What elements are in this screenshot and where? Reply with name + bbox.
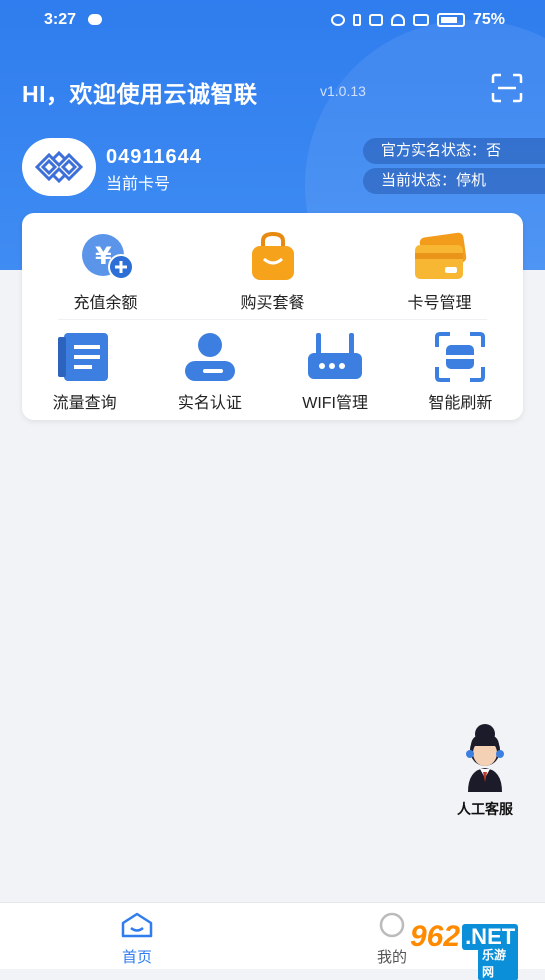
card-icon bbox=[409, 231, 471, 283]
realname-status-badge: 官方实名状态：否 bbox=[363, 138, 545, 164]
alarm-icon bbox=[330, 14, 345, 26]
router-icon bbox=[304, 331, 366, 383]
menu-label: 智能刷新 bbox=[428, 395, 493, 412]
menu-row-2: 流量查询 实名认证 WIFI管理 智能刷新 bbox=[22, 331, 523, 413]
menu-label: 卡号管理 bbox=[407, 295, 472, 312]
menu-item-recharge[interactable]: ¥ 充值余额 bbox=[51, 231, 161, 313]
battery-percent: 75% bbox=[472, 11, 505, 28]
chat-icon bbox=[88, 14, 102, 25]
customer-service-label: 人工客服 bbox=[457, 801, 513, 817]
card-number-label: 当前卡号 bbox=[106, 176, 171, 193]
mute-icon bbox=[368, 14, 383, 26]
menu-item-card-management[interactable]: 卡号管理 bbox=[385, 231, 495, 313]
bluetooth-icon bbox=[352, 14, 361, 26]
current-status-badge: 当前状态：停机 bbox=[363, 168, 545, 194]
home-icon bbox=[121, 912, 153, 938]
profile-icon bbox=[379, 912, 405, 938]
customer-service-button[interactable]: 人工客服 bbox=[446, 722, 524, 819]
status-bar: 3:27 75% bbox=[0, 0, 545, 40]
menu-label: 购买套餐 bbox=[240, 295, 305, 312]
menu-item-wifi-management[interactable]: WIFI管理 bbox=[280, 331, 390, 413]
menu-divider bbox=[58, 319, 487, 320]
watermark-sub: 乐游网 bbox=[478, 946, 519, 980]
wifi-icon bbox=[390, 14, 405, 26]
status-icons: 75% bbox=[330, 11, 505, 29]
menu-item-realname-auth[interactable]: 实名认证 bbox=[155, 331, 265, 413]
yen-recharge-icon: ¥ bbox=[75, 231, 137, 283]
user-icon bbox=[179, 331, 241, 383]
menu-label: WIFI管理 bbox=[302, 395, 369, 412]
menu-item-data-query[interactable]: 流量查询 bbox=[30, 331, 140, 413]
scan-refresh-icon bbox=[429, 331, 491, 383]
status-time: 3:27 bbox=[44, 11, 77, 28]
battery-icon bbox=[436, 13, 465, 27]
card-number: 04911644 bbox=[106, 146, 202, 168]
app-version: v1.0.13 bbox=[320, 83, 366, 99]
site-watermark: 962 .NET 乐游网 bbox=[410, 920, 519, 980]
menu-label: 流量查询 bbox=[52, 395, 117, 412]
shopping-bag-icon bbox=[242, 231, 304, 283]
tab-home[interactable]: 首页 bbox=[97, 911, 177, 967]
scan-button[interactable] bbox=[491, 73, 523, 103]
menu-item-smart-refresh[interactable]: 智能刷新 bbox=[405, 331, 515, 413]
unicom-knot-icon bbox=[34, 150, 84, 184]
customer-service-agent-icon bbox=[466, 724, 504, 792]
page-title: HI，欢迎使用云诚智联 bbox=[22, 81, 258, 107]
function-menu-card: ¥ 充值余额 购买套餐 卡号管理 流量查询 实名认证 WIFI管理 智能刷新 bbox=[22, 213, 523, 420]
menu-label: 实名认证 bbox=[177, 395, 242, 412]
unicom-logo bbox=[22, 138, 96, 196]
menu-item-buy-package[interactable]: 购买套餐 bbox=[218, 231, 328, 313]
watermark-brand: 962 bbox=[410, 920, 461, 953]
tab-home-label: 首页 bbox=[121, 949, 152, 966]
menu-row-1: ¥ 充值余额 购买套餐 卡号管理 bbox=[22, 231, 523, 313]
signal-icon bbox=[412, 14, 429, 26]
menu-label: 充值余额 bbox=[73, 295, 138, 312]
document-icon bbox=[54, 331, 116, 383]
scan-icon bbox=[491, 73, 523, 103]
